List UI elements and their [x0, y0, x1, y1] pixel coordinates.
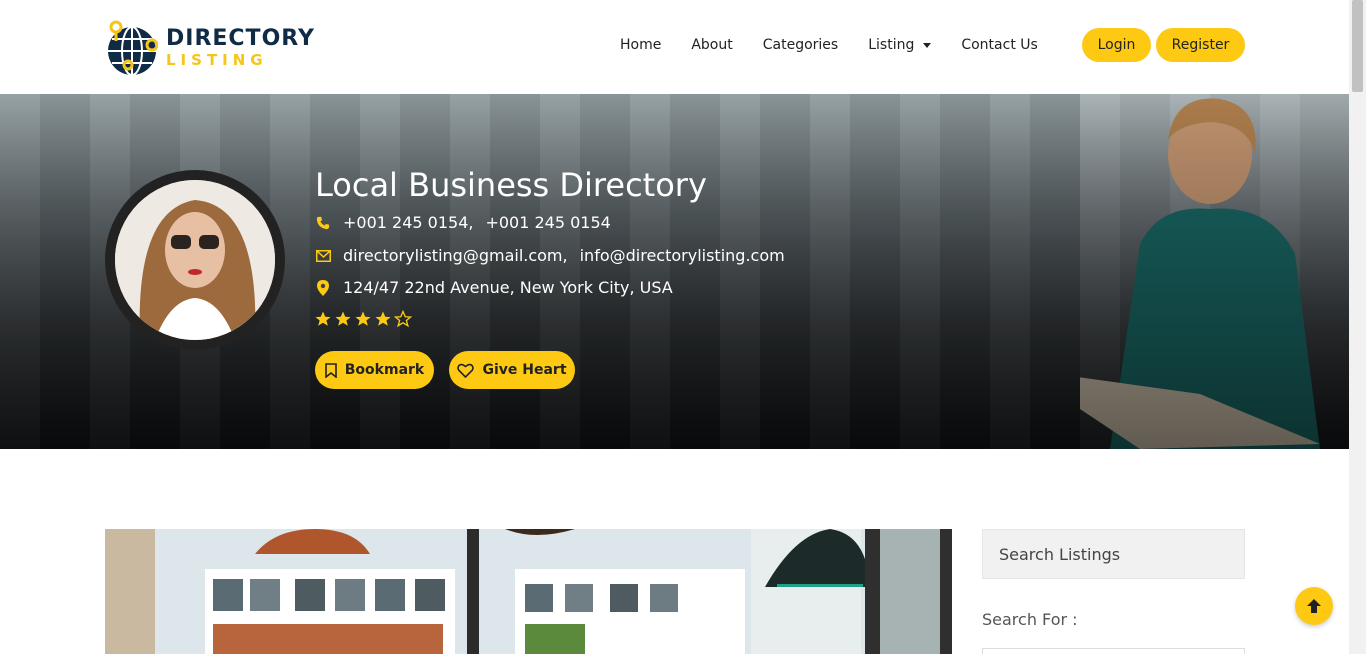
login-button[interactable]: Login — [1082, 28, 1151, 62]
business-address: 124/47 22nd Avenue, New York City, USA — [343, 278, 673, 297]
business-title: Local Business Directory — [315, 166, 707, 204]
phone-secondary[interactable]: +001 245 0154 — [485, 213, 610, 232]
heart-icon — [457, 363, 475, 378]
nav-item-categories[interactable]: Categories — [763, 37, 838, 53]
globe-logo-icon — [106, 19, 159, 77]
logo-title: DIRECTORY — [166, 26, 315, 51]
search-listings-input[interactable]: Search Listings — [982, 529, 1245, 579]
main-nav: Home About Categories Listing Contact Us — [620, 28, 1068, 62]
phone-icon — [315, 215, 331, 231]
logo-subtitle: LISTING — [166, 51, 268, 69]
heart-label: Give Heart — [482, 362, 567, 378]
email-primary[interactable]: directorylisting@gmail.com, — [343, 246, 568, 265]
map-marker-icon — [315, 279, 331, 296]
phone-primary[interactable]: +001 245 0154, — [343, 213, 473, 232]
rating-stars — [314, 310, 414, 328]
scrollbar-thumb[interactable] — [1352, 0, 1363, 92]
business-avatar — [105, 170, 285, 350]
star-filled-icon — [355, 311, 371, 326]
site-header: DIRECTORY LISTING Home About Categories … — [0, 0, 1349, 94]
nav-item-home[interactable]: Home — [620, 37, 661, 53]
envelope-icon — [315, 248, 331, 264]
site-logo[interactable]: DIRECTORY LISTING — [106, 18, 314, 78]
address-row: 124/47 22nd Avenue, New York City, USA — [315, 278, 673, 297]
listing-main-photo — [105, 529, 952, 654]
page-scrollbar[interactable] — [1349, 0, 1366, 654]
bookmark-label: Bookmark — [344, 362, 425, 378]
bookmark-button[interactable]: Bookmark — [315, 351, 434, 389]
caret-down-icon — [923, 42, 932, 48]
search-for-label: Search For : — [982, 610, 1078, 629]
nav-item-contact[interactable]: Contact Us — [961, 37, 1037, 53]
back-to-top-button[interactable] — [1295, 587, 1333, 625]
bookmark-icon — [324, 362, 337, 378]
star-filled-icon — [315, 311, 331, 326]
avatar-photo — [115, 180, 275, 340]
star-filled-icon — [375, 311, 391, 326]
phone-row: +001 245 0154, +001 245 0154 — [315, 213, 611, 232]
search-for-field[interactable] — [982, 648, 1245, 654]
nav-item-about[interactable]: About — [691, 37, 732, 53]
give-heart-button[interactable]: Give Heart — [449, 351, 575, 389]
nav-item-listing[interactable]: Listing — [868, 37, 932, 53]
nav-item-listing-label: Listing — [868, 37, 915, 53]
register-button[interactable]: Register — [1156, 28, 1245, 62]
star-filled-icon — [335, 311, 351, 326]
email-row: directorylisting@gmail.com, info@directo… — [315, 246, 785, 265]
arrow-up-icon — [1307, 599, 1321, 613]
email-secondary[interactable]: info@directorylisting.com — [580, 246, 785, 265]
listing-hero: Local Business Directory +001 245 0154, … — [0, 94, 1349, 449]
star-empty-icon — [394, 310, 412, 328]
